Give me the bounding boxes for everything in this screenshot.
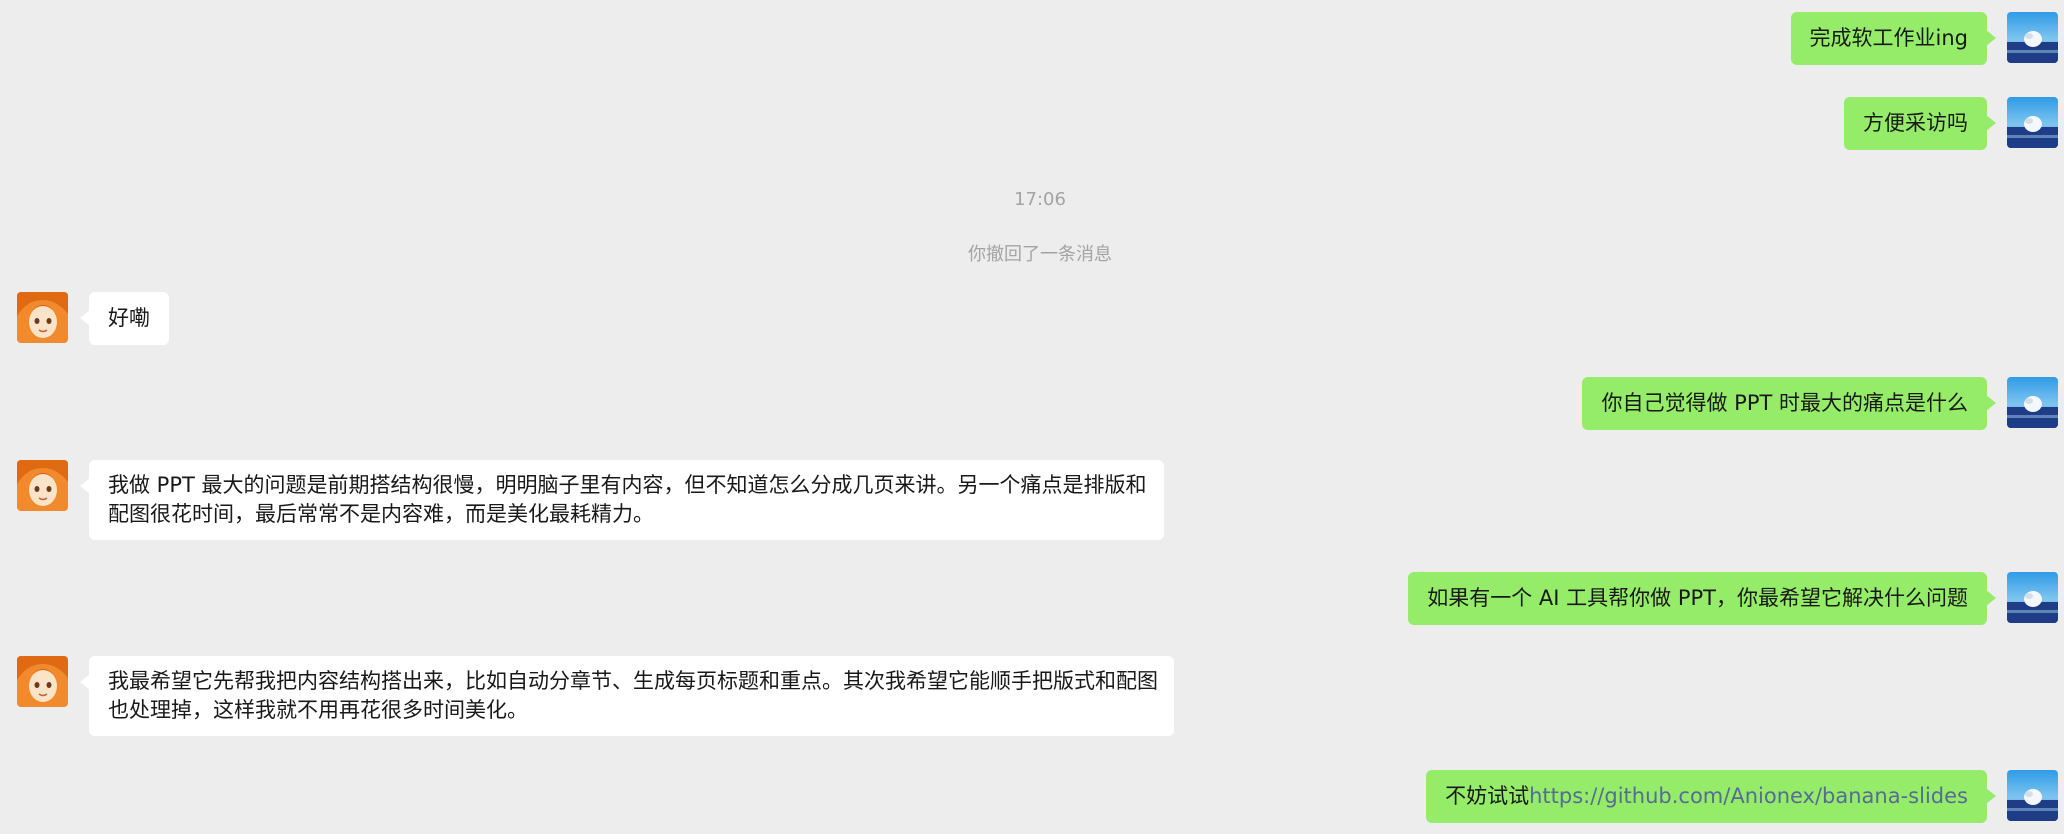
message-bubble-self[interactable]: 不妨试试 https://github.com/Anionex/banana-sl… <box>1426 770 1996 823</box>
message-row: 我做 PPT 最大的问题是前期搭结构很慢，明明脑子里有内容，但不知道怎么分成几页… <box>0 460 2064 544</box>
message-bubble-self[interactable]: 完成软工作业ing <box>1790 12 1997 65</box>
message-text-line: 我做 PPT 最大的问题是前期搭结构很慢，明明脑子里有内容，但不知道怎么分成几页… <box>108 473 1147 497</box>
message-text: 你自己觉得做 PPT 时最大的痛点是什么 <box>1601 391 1968 415</box>
message-row: 不妨试试 https://github.com/Anionex/banana-sl… <box>0 770 2064 830</box>
message-bubble-peer[interactable]: 我最希望它先帮我把内容结构搭出来，比如自动分章节、生成每页标题和重点。其次我希望… <box>80 656 1174 736</box>
message-bubble-peer[interactable]: 好嘞 <box>80 292 169 345</box>
chat-area: 完成软工作业ing 方便采访吗 17:06 你撤回了一条消息 好嘞 你自己觉得做… <box>0 0 2064 834</box>
self-avatar[interactable] <box>2007 572 2058 623</box>
self-avatar[interactable] <box>2007 97 2058 148</box>
message-text: 好嘞 <box>108 306 150 330</box>
recall-notice: 你撤回了一条消息 <box>968 244 1112 265</box>
message-bubble-peer[interactable]: 我做 PPT 最大的问题是前期搭结构很慢，明明脑子里有内容，但不知道怎么分成几页… <box>80 460 1164 540</box>
self-avatar[interactable] <box>2007 770 2058 821</box>
self-avatar[interactable] <box>2007 377 2058 428</box>
peer-avatar[interactable] <box>17 656 68 707</box>
message-bubble-self[interactable]: 如果有一个 AI 工具帮你做 PPT，你最希望它解决什么问题 <box>1408 572 1996 625</box>
message-row: 我最希望它先帮我把内容结构搭出来，比如自动分章节、生成每页标题和重点。其次我希望… <box>0 656 2064 740</box>
message-bubble-self[interactable]: 方便采访吗 <box>1844 97 1996 150</box>
message-row: 好嘞 <box>0 292 2064 352</box>
peer-avatar[interactable] <box>17 292 68 343</box>
peer-avatar[interactable] <box>17 460 68 511</box>
message-row: 如果有一个 AI 工具帮你做 PPT，你最希望它解决什么问题 <box>0 572 2064 632</box>
message-text-line: 我最希望它先帮我把内容结构搭出来，比如自动分章节、生成每页标题和重点。其次我希望… <box>108 669 1158 693</box>
message-link[interactable]: https://github.com/Anionex/banana-slides <box>1529 782 1968 811</box>
message-text: 如果有一个 AI 工具帮你做 PPT，你最希望它解决什么问题 <box>1427 586 1968 610</box>
message-bubble-self[interactable]: 你自己觉得做 PPT 时最大的痛点是什么 <box>1582 377 1996 430</box>
self-avatar[interactable] <box>2007 12 2058 63</box>
message-text: 不妨试试 <box>1445 784 1530 808</box>
message-row: 你自己觉得做 PPT 时最大的痛点是什么 <box>0 377 2064 437</box>
message-text: 方便采访吗 <box>1863 111 1968 135</box>
message-row: 完成软工作业ing <box>0 12 2064 72</box>
message-text-line: 也处理掉，这样我就不用再花很多时间美化。 <box>108 698 528 722</box>
message-row: 方便采访吗 <box>0 97 2064 157</box>
message-text-line: 配图很花时间，最后常常不是内容难，而是美化最耗精力。 <box>108 502 654 526</box>
timestamp: 17:06 <box>1014 189 1066 210</box>
message-text: 完成软工作业ing <box>1809 26 1968 50</box>
